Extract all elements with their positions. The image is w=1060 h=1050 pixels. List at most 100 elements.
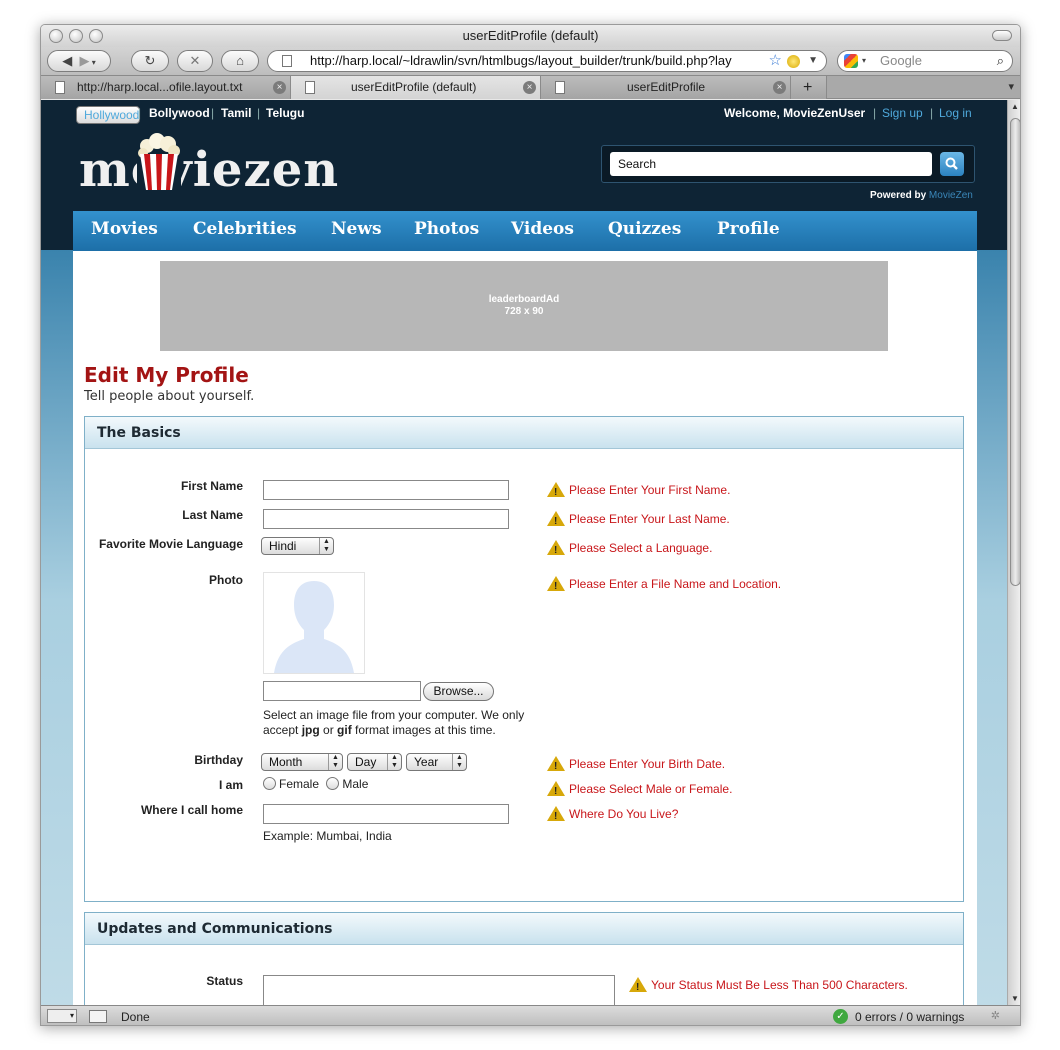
site-search-input[interactable]: Search [610, 152, 932, 176]
scroll-down-icon[interactable]: ▼ [1011, 994, 1019, 1003]
stop-button[interactable]: ✕ [177, 50, 213, 72]
photo-file-field[interactable] [263, 681, 421, 701]
select-arrows-icon: ▲ ▼ [328, 754, 342, 770]
lang-link-telugu[interactable]: Telugu [266, 106, 304, 120]
lang-link-tamil[interactable]: Tamil [221, 106, 251, 120]
tab-user-edit-profile[interactable]: userEditProfile × [541, 76, 791, 99]
gender-error: Please Select Male or Female. [547, 781, 732, 800]
separator: | [930, 106, 934, 120]
browse-button[interactable]: Browse... [423, 682, 494, 701]
birth-month-select[interactable]: Month ▲ ▼ [261, 753, 343, 771]
leaderboard-ad[interactable]: leaderboardAd 728 x 90 [160, 261, 888, 351]
birth-day-select[interactable]: Day ▲ ▼ [347, 753, 402, 771]
tab-layout-txt[interactable]: http://harp.local...ofile.layout.txt × [41, 76, 291, 99]
tab-bar: http://harp.local...ofile.layout.txt × u… [41, 75, 1020, 99]
forward-icon[interactable]: ▶ [79, 53, 89, 68]
document-icon [555, 81, 565, 94]
male-radio[interactable] [326, 777, 340, 790]
sign-up-link[interactable]: Sign up [882, 106, 923, 120]
status-textarea[interactable] [263, 975, 615, 1005]
scrollbar-thumb[interactable] [1010, 118, 1020, 586]
status-error: Your Status Must Be Less Than 500 Charac… [629, 977, 908, 996]
birthday-error-text: Please Enter Your Birth Date. [569, 757, 726, 771]
birth-year-select[interactable]: Year ▲ ▼ [406, 753, 467, 771]
search-icon [945, 157, 958, 170]
lang-link-bollywood[interactable]: Bollywood [149, 106, 210, 120]
first-name-field[interactable] [263, 480, 509, 500]
back-icon[interactable]: ◀ [62, 53, 72, 68]
log-in-link[interactable]: Log in [939, 106, 972, 120]
chevron-down-icon[interactable]: ▼ [808, 51, 818, 71]
female-label[interactable]: Female [279, 777, 319, 791]
close-tab-icon[interactable]: × [773, 81, 786, 94]
separator: | [211, 106, 215, 120]
site-header: Hollywood | Bollywood | Tamil | Telugu W… [41, 100, 1007, 251]
first-name-error: Please Enter Your First Name. [547, 482, 730, 501]
select-arrows-icon: ▲ ▼ [452, 754, 466, 770]
page-report-icon[interactable] [89, 1010, 107, 1023]
url-field[interactable]: http://harp.local/~ldrawlin/svn/htmlbugs… [267, 50, 827, 72]
photo-note-text-end: format images at this time. [351, 723, 496, 737]
separator: | [873, 106, 877, 120]
birth-day-value: Day [355, 755, 377, 769]
new-tab-button[interactable]: + [791, 76, 827, 99]
powered-by: Powered by MovieZen [870, 190, 973, 201]
resize-grip-icon[interactable]: ✲ [991, 1009, 1000, 1022]
home-example: Example: Mumbai, India [263, 829, 392, 843]
minimize-window-button[interactable] [69, 29, 83, 43]
status-label: Status [206, 974, 243, 988]
toolbar: ◀ ▶ ▾ ↻ ✕ ⌂ http://harp.local/~ldrawlin/… [41, 47, 1020, 75]
tab-user-edit-profile-default[interactable]: userEditProfile (default) × [291, 76, 541, 99]
vertical-scrollbar[interactable]: ▲ ▼ [1007, 100, 1020, 1005]
validation-summary[interactable]: 0 errors / 0 warnings [855, 1010, 964, 1024]
nav-videos[interactable]: Videos [511, 219, 574, 239]
site-logo[interactable]: moviezen [79, 142, 339, 198]
toolbar-toggle-button[interactable] [992, 30, 1012, 41]
zoom-window-button[interactable] [89, 29, 103, 43]
birth-month-value: Month [269, 755, 303, 769]
home-button[interactable]: ⌂ [221, 50, 259, 72]
reload-button[interactable]: ↻ [131, 50, 169, 72]
tab-list-icon[interactable]: ▾ [1008, 80, 1014, 93]
female-radio[interactable] [263, 777, 276, 790]
last-name-error: Please Enter Your Last Name. [547, 511, 730, 530]
nav-photos[interactable]: Photos [414, 219, 479, 239]
nav-celebrities[interactable]: Celebrities [193, 219, 297, 239]
gender-options: Female Male [263, 777, 368, 792]
birthday-error: Please Enter Your Birth Date. [547, 756, 726, 775]
status-bar-menu-icon[interactable]: ▾ [47, 1009, 77, 1023]
search-engine-chevron-icon[interactable]: ▾ [862, 51, 866, 71]
powered-by-brand[interactable]: MovieZen [929, 190, 973, 201]
nav-quizzes[interactable]: Quizzes [608, 219, 681, 239]
photo-error: Please Enter a File Name and Location. [547, 576, 782, 595]
magnifier-icon[interactable]: ⌕ [997, 51, 1004, 71]
language-select[interactable]: Hindi ▲ ▼ [261, 537, 334, 555]
bookmark-star-icon[interactable]: ☆ [768, 51, 782, 71]
site-search-button[interactable] [940, 152, 964, 176]
nav-profile[interactable]: Profile [717, 219, 780, 239]
language-error: Please Select a Language. [547, 540, 713, 559]
scroll-up-icon[interactable]: ▲ [1011, 102, 1019, 111]
male-label[interactable]: Male [342, 777, 368, 791]
close-tab-icon[interactable]: × [273, 81, 286, 94]
photo-error-text: Please Enter a File Name and Location. [569, 577, 782, 591]
google-icon[interactable] [844, 54, 858, 68]
popcorn-icon [137, 132, 181, 192]
close-window-button[interactable] [49, 29, 63, 43]
lang-link-hollywood[interactable]: Hollywood [76, 106, 141, 124]
page-icon [282, 55, 292, 67]
web-search-field[interactable]: ▾ Google ⌕ [837, 50, 1013, 72]
nav-news[interactable]: News [331, 219, 382, 239]
separator: | [257, 106, 261, 120]
nav-movies[interactable]: Movies [91, 219, 158, 239]
person-silhouette-icon [274, 581, 354, 673]
close-tab-icon[interactable]: × [523, 81, 536, 94]
back-forward-buttons[interactable]: ◀ ▶ ▾ [47, 50, 111, 72]
check-icon[interactable]: ✓ [833, 1009, 848, 1024]
rss-icon[interactable] [787, 55, 800, 68]
status-text: Done [121, 1010, 150, 1024]
last-name-field[interactable] [263, 509, 509, 529]
home-field[interactable] [263, 804, 509, 824]
tab-label: userEditProfile (default) [351, 80, 477, 94]
language-error-text: Please Select a Language. [569, 541, 713, 555]
